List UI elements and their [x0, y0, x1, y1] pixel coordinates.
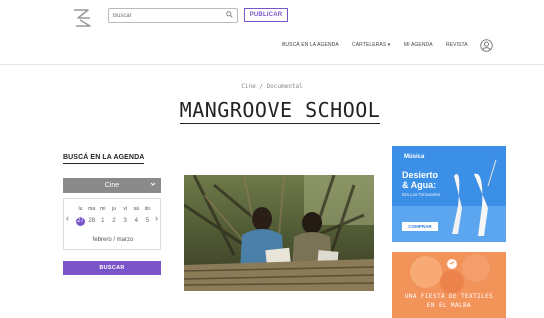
- category-select-value: Cine: [104, 182, 120, 189]
- agenda-search-title: BUSCÁ EN LA AGENDA: [63, 154, 145, 164]
- publish-button[interactable]: PUBLICAR: [244, 8, 288, 22]
- search-box[interactable]: [108, 8, 238, 23]
- textiles-ad-banner[interactable]: UNA FIESTA DE TEXTILES EN EL MALBA: [392, 252, 506, 318]
- day-names-row: lu ma mi ju vi sá do: [76, 206, 152, 212]
- ad-textiles-line: UNA FIESTA DE TEXTILES: [404, 293, 494, 300]
- event-photo: [184, 175, 374, 291]
- nav-item-mi-agenda[interactable]: MI AGENDA: [404, 42, 433, 48]
- user-icon[interactable]: [480, 39, 493, 52]
- day-cell[interactable]: 1: [98, 217, 107, 226]
- page-title-text: MANGROOVE SCHOOL: [179, 98, 381, 124]
- site-logo[interactable]: [70, 6, 94, 30]
- ad-buy-button[interactable]: COMPRAR: [402, 222, 438, 231]
- page-title: MANGROOVE SCHOOL: [0, 98, 544, 124]
- day-name: ju: [112, 206, 116, 212]
- date-picker: ‹ lu ma mi ju vi sá do 27 28 1 2 3 4 5 ›…: [63, 198, 161, 250]
- ad-headline: & Agua:: [402, 180, 437, 190]
- header-divider: [0, 64, 544, 65]
- ad-textiles-line: EN EL MALBA: [426, 302, 472, 309]
- day-name: vi: [123, 206, 127, 212]
- chevron-down-icon: [150, 181, 156, 189]
- day-name: do: [144, 206, 151, 212]
- music-ad-banner[interactable]: Música Desierto & Agua: Dia Los Tornasol…: [392, 146, 506, 242]
- ad-category: Música: [404, 154, 425, 160]
- chevron-right-icon[interactable]: ›: [155, 213, 158, 223]
- main-nav: BUSCÁ EN LA AGENDA CARTELERAS ▾ MI AGEND…: [0, 42, 544, 52]
- day-name: lu: [78, 206, 83, 212]
- day-numbers-row: 27 28 1 2 3 4 5: [76, 217, 152, 226]
- search-input[interactable]: [113, 12, 221, 19]
- day-cell[interactable]: 5: [143, 217, 152, 226]
- ad-headline: Desierto: [402, 170, 439, 180]
- day-cell[interactable]: 4: [132, 217, 141, 226]
- day-cell-selected[interactable]: 27: [76, 217, 85, 226]
- day-name: mi: [100, 206, 106, 212]
- nav-item-carteleras[interactable]: CARTELERAS ▾: [352, 42, 390, 48]
- search-icon[interactable]: [226, 11, 233, 20]
- months-label: febrero / marzo: [92, 237, 134, 243]
- nav-item-revista[interactable]: REVISTA: [446, 42, 468, 48]
- ad-textiles-text: UNA FIESTA DE TEXTILES EN EL MALBA: [392, 292, 506, 310]
- nav-item-agenda-search[interactable]: BUSCÁ EN LA AGENDA: [282, 42, 339, 48]
- chevron-left-icon[interactable]: ‹: [66, 213, 69, 223]
- category-select[interactable]: Cine: [63, 178, 161, 193]
- search-agenda-button[interactable]: BUSCAR: [63, 261, 161, 275]
- day-cell[interactable]: 2: [109, 217, 118, 226]
- day-cell[interactable]: 28: [87, 217, 96, 226]
- day-name: sá: [133, 206, 139, 212]
- ad-subtitle: Dia Los Tornasoles: [402, 192, 441, 197]
- day-name: ma: [88, 206, 96, 212]
- day-cell[interactable]: 3: [121, 217, 130, 226]
- breadcrumb: Cine / Documental: [241, 83, 303, 90]
